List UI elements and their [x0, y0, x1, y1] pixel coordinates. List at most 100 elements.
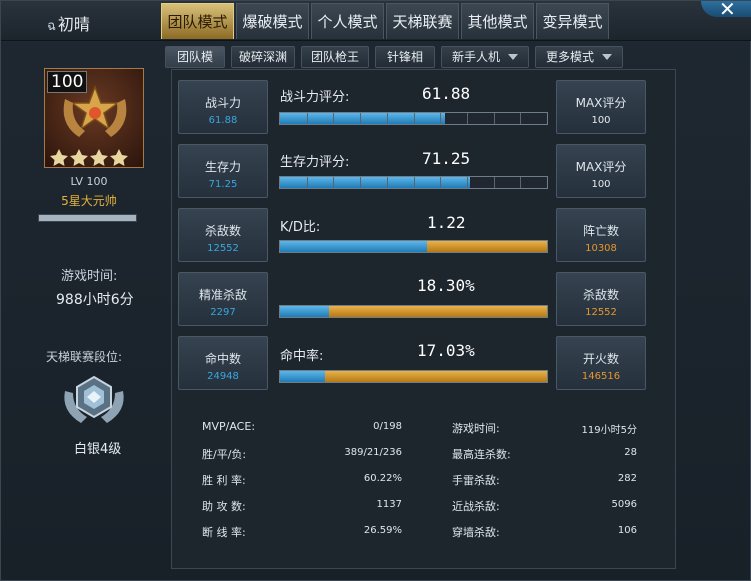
summary-value: 282 — [617, 473, 637, 484]
chevron-down-icon — [602, 54, 612, 60]
headshot-rate-bar — [279, 305, 548, 318]
summary-label: 断 线 率: — [202, 526, 246, 539]
silver-ladder-badge-icon — [64, 375, 124, 423]
kd-ratio-bar — [279, 240, 548, 253]
max-score-label-2: MAX评分 — [575, 160, 627, 174]
bar-segment-divider — [413, 177, 415, 188]
summary-label: MVP/ACE: — [202, 420, 256, 433]
subtab-newbie-bots-dropdown[interactable]: 新手人机 — [441, 46, 529, 68]
bar-segment-divider — [333, 113, 335, 124]
xp-progress-bar — [38, 214, 137, 222]
ladder-rank-value: 白银4级 — [74, 442, 122, 457]
headshot-kills-value: 2297 — [210, 307, 236, 318]
headshot-rate-value: 18.30% — [417, 276, 475, 295]
stats-window: ฉ初晴 团队模式 爆破模式 个人模式 天梯联赛 其他模式 变异模式 ✕ 团队模式… — [0, 0, 751, 581]
shots-fired-box: 开火数 146516 — [556, 336, 646, 390]
tab-mutation-mode[interactable]: 变异模式 — [536, 3, 609, 39]
kills-box: 杀敌数 12552 — [178, 208, 268, 262]
bar-segment-divider — [333, 177, 335, 188]
subtab-more-modes-label: 更多模式 — [545, 50, 594, 64]
max-score-value-2: 100 — [591, 179, 611, 190]
survival-score-title: 生存力评分: — [280, 155, 350, 170]
accuracy-orange-fill — [325, 371, 547, 382]
close-button[interactable]: ✕ — [701, 0, 751, 21]
level-badge: 100 — [47, 71, 88, 93]
tab-demolition-mode[interactable]: 爆破模式 — [236, 3, 309, 39]
accuracy-blue-fill — [280, 371, 326, 382]
bar-segment-divider — [440, 177, 442, 188]
summary-label: 穿墙杀敌: — [452, 526, 500, 539]
close-icon: ✕ — [719, 0, 736, 21]
playtime-value: 988小时6分 — [56, 292, 134, 308]
bar-segment-divider — [520, 177, 522, 188]
bar-segment-divider — [493, 113, 495, 124]
summary-value: 1137 — [376, 499, 402, 510]
ladder-rank-label: 天梯联赛段位: — [46, 350, 123, 364]
level-text: LV 100 — [70, 175, 108, 188]
survival-score-fill — [280, 177, 471, 188]
subtab-shattered-abyss[interactable]: 破碎深渊 — [231, 46, 295, 68]
headshot-kills-label: 精准杀敌 — [198, 288, 247, 302]
bar-segment-divider — [360, 177, 362, 188]
kills-label: 杀敌数 — [204, 224, 241, 238]
accuracy-value: 17.03% — [417, 341, 475, 360]
combat-score-fill — [280, 113, 446, 124]
bar-segment-divider — [306, 113, 308, 124]
player-name-text: 初晴 — [57, 15, 90, 34]
player-name: ฉ初晴 — [47, 11, 90, 36]
subtab-newbie-bots-label: 新手人机 — [451, 50, 500, 64]
kd-ratio-blue-fill — [280, 241, 427, 252]
summary-label: 手雷杀敌: — [452, 474, 500, 487]
survival-power-value: 71.25 — [208, 179, 238, 190]
stats-panel: 战斗力 61.88 战斗力评分: 61.88 MAX评分 100 生存力 71.… — [171, 69, 676, 569]
headshot-rate-blue-fill — [280, 306, 329, 317]
kd-ratio-title: K/D比: — [280, 220, 321, 235]
shots-fired-value: 146516 — [581, 371, 621, 382]
combat-score-title: 战斗力评分: — [280, 90, 350, 105]
tab-ladder-league[interactable]: 天梯联赛 — [386, 3, 459, 39]
shots-fired-label: 开火数 — [582, 352, 619, 366]
sub-mode-tabs: 团队模式 破碎深渊 团队枪王2 针锋相对 新手人机 更多模式 — [165, 46, 629, 84]
subtab-shattered-abyss-label: 破碎深渊 — [238, 50, 287, 64]
survival-score-bar — [279, 176, 548, 189]
survival-score-value: 71.25 — [422, 149, 471, 168]
combat-score-bar — [279, 112, 548, 125]
tab-team-mode[interactable]: 团队模式 — [161, 3, 234, 39]
kills-value: 12552 — [207, 243, 239, 254]
tab-solo-mode[interactable]: 个人模式 — [311, 3, 384, 39]
hits-value: 24948 — [207, 371, 239, 382]
subtab-team-gun-king-2[interactable]: 团队枪王2 — [301, 46, 369, 84]
playtime-label: 游戏时间: — [61, 269, 118, 284]
bar-segment-divider — [493, 177, 495, 188]
summary-value: 0/198 — [373, 421, 402, 432]
subtab-more-modes-dropdown[interactable]: 更多模式 — [535, 46, 623, 68]
summary-value: 106 — [617, 525, 637, 536]
summary-value: 389/21/236 — [344, 447, 402, 458]
summary-label: 最高连杀数: — [452, 448, 511, 461]
accuracy-title: 命中率: — [280, 349, 324, 364]
subtab-team-mode[interactable]: 团队模式 — [165, 46, 225, 84]
combat-score-value: 61.88 — [422, 84, 471, 103]
combat-power-value: 61.88 — [208, 115, 238, 126]
accuracy-bar — [279, 370, 548, 383]
rank-title: 5星大元帅 — [61, 194, 117, 208]
tab-other-modes[interactable]: 其他模式 — [461, 3, 534, 39]
hits-box: 命中数 24948 — [178, 336, 268, 390]
kd-ratio-value: 1.22 — [427, 213, 466, 232]
player-name-glyph: ฉ — [47, 19, 56, 34]
bar-segment-divider — [386, 177, 388, 188]
survival-power-label: 生存力 — [204, 160, 241, 174]
bar-segment-divider — [360, 113, 362, 124]
survival-power-box: 生存力 71.25 — [178, 144, 268, 198]
rank-emblem-avatar: 100 — [44, 68, 144, 168]
combat-power-label: 战斗力 — [204, 96, 241, 110]
bar-segment-divider — [466, 113, 468, 124]
subtab-head-to-head[interactable]: 针锋相对 — [375, 46, 435, 84]
hits-label: 命中数 — [204, 352, 241, 366]
deaths-label: 阵亡数 — [582, 224, 619, 238]
kd-ratio-orange-fill — [426, 241, 547, 252]
bar-segment-divider — [466, 177, 468, 188]
bar-segment-divider — [413, 113, 415, 124]
mode-tabs: 团队模式 爆破模式 个人模式 天梯联赛 其他模式 变异模式 — [161, 3, 611, 41]
summary-value: 60.22% — [363, 473, 402, 484]
